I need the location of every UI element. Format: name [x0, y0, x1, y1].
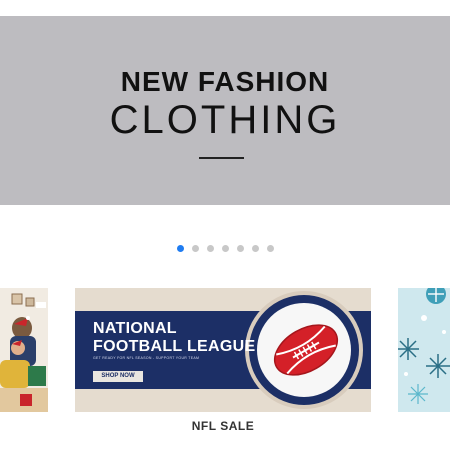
nfl-title-line2: FOOTBALL LEAGUE	[93, 338, 256, 355]
football-icon	[273, 324, 339, 376]
hero-banner[interactable]: NEW FASHION CLOTHING	[0, 16, 450, 205]
snowflake-pattern-image	[398, 288, 450, 412]
carousel-dot-7[interactable]	[266, 245, 274, 252]
nfl-sale-caption[interactable]: NFL SALE	[75, 419, 371, 433]
carousel-dot-6[interactable]	[251, 245, 259, 252]
carousel-dot-4[interactable]	[221, 245, 229, 252]
nfl-title: NATIONAL FOOTBALL LEAGUE	[93, 320, 255, 356]
product-card-right[interactable]	[398, 288, 450, 412]
nfl-title-line1: NATIONAL	[93, 320, 177, 337]
carousel-dot-3[interactable]	[206, 245, 214, 252]
carousel-pagination	[0, 245, 450, 255]
hero-divider	[199, 157, 244, 159]
carousel-dot-5[interactable]	[236, 245, 244, 252]
family-photo-image	[0, 288, 48, 412]
hero-title-line1: NEW FASHION	[120, 66, 330, 97]
hero-title-line2: CLOTHING	[109, 98, 341, 142]
product-card-nfl[interactable]: NATIONAL FOOTBALL LEAGUE GET READY FOR N…	[75, 288, 371, 412]
carousel-dot-1[interactable]	[176, 245, 184, 252]
product-card-left[interactable]	[0, 288, 48, 412]
shop-now-button[interactable]: SHOP NOW	[93, 371, 143, 382]
carousel-dot-2[interactable]	[191, 245, 199, 252]
nfl-tagline: GET READY FOR NFL SEASON - SUPPORT YOUR …	[93, 356, 200, 360]
